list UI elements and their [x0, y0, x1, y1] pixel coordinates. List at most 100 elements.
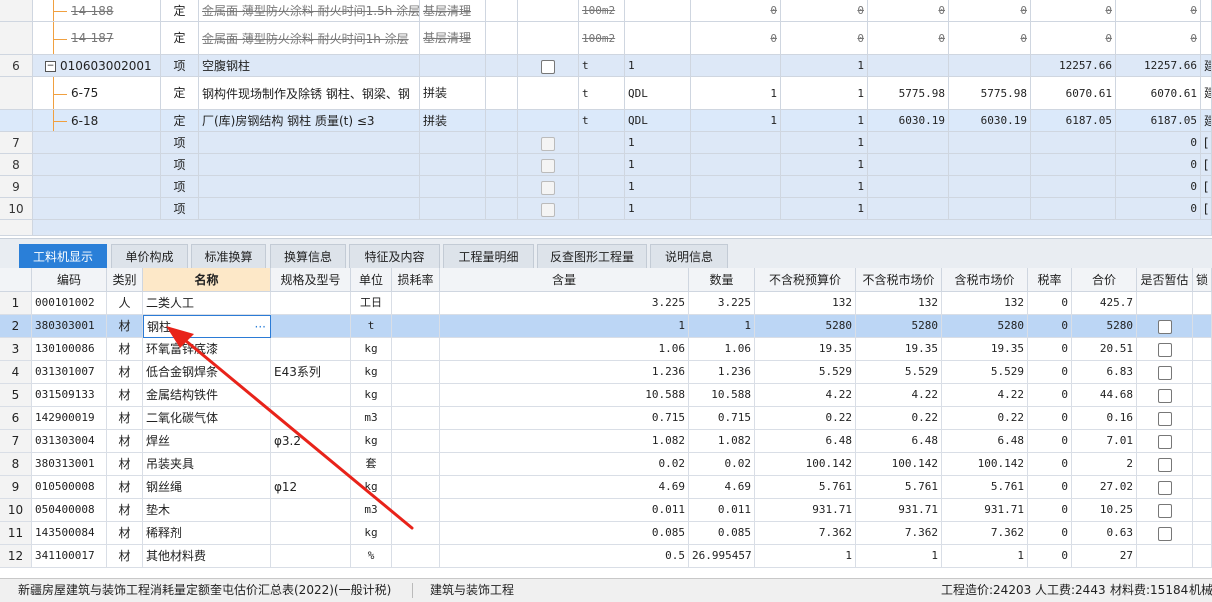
column-header[interactable]: 名称 — [143, 268, 271, 292]
item-qdl-cell[interactable] — [625, 22, 691, 55]
resource-n-cell[interactable]: 6 — [0, 407, 32, 430]
item-code-cell[interactable]: 14-188 — [33, 0, 161, 22]
column-header[interactable]: 类别 — [107, 268, 143, 292]
resource-loss-cell[interactable] — [392, 361, 440, 384]
resource-unit-cell[interactable]: m3 — [351, 407, 392, 430]
resource-p2-cell[interactable]: 6.48 — [856, 430, 942, 453]
resource-total-cell[interactable]: 425.7 — [1072, 292, 1137, 315]
resource-qty-cell[interactable]: 1 — [689, 315, 755, 338]
resource-code-cell[interactable]: 380303001 — [32, 315, 107, 338]
resource-p2-cell[interactable]: 5.761 — [856, 476, 942, 499]
item-flag-cell[interactable] — [518, 110, 579, 132]
resource-unit-cell[interactable]: 套 — [351, 453, 392, 476]
provisional-checkbox[interactable] — [1157, 503, 1172, 518]
resource-content-cell[interactable]: 0.715 — [440, 407, 689, 430]
resource-qty-cell[interactable]: 0.011 — [689, 499, 755, 522]
provisional-checkbox[interactable] — [1157, 319, 1172, 334]
item-checkbox[interactable] — [541, 136, 555, 151]
item-row[interactable]: 6-18 定 厂(库)房钢结构 钢柱 质量(t) ≤3 拼装 t QDL 1 1 6030.19… — [0, 110, 1212, 132]
item-code-cell[interactable] — [33, 154, 161, 176]
resource-p2-cell[interactable]: 1 — [856, 545, 942, 568]
item-type-cell[interactable]: 定 — [161, 110, 199, 132]
item-p1-cell[interactable]: 5775.98 — [868, 77, 949, 110]
resource-p1-cell[interactable]: 5280 — [755, 315, 856, 338]
resource-tax-cell[interactable]: 0 — [1028, 384, 1072, 407]
item-qty-cell[interactable] — [691, 132, 781, 154]
item-qdl-cell[interactable]: 1 — [625, 198, 691, 220]
item-q2-cell[interactable]: 1 — [781, 132, 868, 154]
item-checkbox[interactable] — [541, 59, 555, 74]
resource-content-cell[interactable]: 1.082 — [440, 430, 689, 453]
tab-1[interactable]: 工料机显示 — [19, 244, 107, 268]
item-qdl-cell[interactable] — [625, 0, 691, 22]
resource-cat-cell[interactable]: 材 — [107, 545, 143, 568]
item-p2-cell[interactable]: 0 — [949, 0, 1031, 22]
item-qty-cell[interactable] — [691, 198, 781, 220]
item-p1-cell[interactable] — [868, 55, 949, 77]
resource-p2-cell[interactable]: 100.142 — [856, 453, 942, 476]
resource-name-cell[interactable]: 其他材料费 — [143, 545, 271, 568]
resource-n-cell[interactable]: 2 — [0, 315, 32, 338]
item-spec-cell[interactable] — [420, 154, 486, 176]
resource-cb-cell[interactable] — [1137, 292, 1193, 315]
resource-p3-cell[interactable]: 0.22 — [942, 407, 1028, 430]
resource-n-cell[interactable]: 12 — [0, 545, 32, 568]
column-header[interactable]: 税率 — [1028, 268, 1072, 292]
item-code-cell[interactable] — [33, 132, 161, 154]
resource-content-cell[interactable]: 0.011 — [440, 499, 689, 522]
item-qdl-cell[interactable]: 1 — [625, 132, 691, 154]
item-name-cell[interactable]: 空腹钢柱 — [199, 55, 420, 77]
resource-n-cell[interactable]: 9 — [0, 476, 32, 499]
resource-cb-cell[interactable] — [1137, 384, 1193, 407]
resource-cb-cell[interactable] — [1137, 545, 1193, 568]
item-p4-cell[interactable]: 12257.66 — [1116, 55, 1201, 77]
resource-n-cell[interactable]: 3 — [0, 338, 32, 361]
resource-cat-cell[interactable]: 材 — [107, 499, 143, 522]
provisional-checkbox[interactable] — [1157, 411, 1172, 426]
item-type-cell[interactable]: 定 — [161, 77, 199, 110]
item-p4-cell[interactable]: 0 — [1116, 22, 1201, 55]
item-spec-cell[interactable] — [420, 176, 486, 198]
resource-p2-cell[interactable]: 5280 — [856, 315, 942, 338]
item-row[interactable]: 9 项 1 1 0 [ — [0, 176, 1212, 198]
resource-code-cell[interactable]: 031301007 — [32, 361, 107, 384]
item-qty-cell[interactable]: 1 — [691, 77, 781, 110]
item-spec-cell[interactable] — [420, 132, 486, 154]
resource-p1-cell[interactable]: 0.22 — [755, 407, 856, 430]
resource-qty-cell[interactable]: 1.06 — [689, 338, 755, 361]
tab-6[interactable]: 工程量明细 — [443, 244, 534, 268]
resource-name-cell[interactable]: 稀释剂 — [143, 522, 271, 545]
resource-name-cell[interactable]: 钢丝绳 — [143, 476, 271, 499]
resource-loss-cell[interactable] — [392, 407, 440, 430]
item-p1-cell[interactable]: 0 — [868, 22, 949, 55]
item-q2-cell[interactable]: 0 — [781, 22, 868, 55]
resource-cb-cell[interactable] — [1137, 407, 1193, 430]
column-header[interactable]: 编码 — [32, 268, 107, 292]
item-checkbox[interactable] — [541, 180, 555, 195]
resource-row[interactable]: 7 031303004 材 焊丝 φ3.2 kg 1.082 1.082 6.48 6.48 6.4… — [0, 430, 1212, 453]
item-p3-cell[interactable]: 0 — [1031, 0, 1116, 22]
resource-cat-cell[interactable]: 材 — [107, 476, 143, 499]
item-flag-cell[interactable] — [518, 55, 579, 77]
item-extra-cell[interactable]: 建 — [1201, 110, 1212, 132]
resource-unit-cell[interactable]: kg — [351, 430, 392, 453]
item-num-cell[interactable] — [0, 22, 33, 55]
resource-total-cell[interactable]: 0.16 — [1072, 407, 1137, 430]
item-p2-cell[interactable]: 6030.19 — [949, 110, 1031, 132]
resource-unit-cell[interactable]: kg — [351, 476, 392, 499]
item-extra-cell[interactable]: [ — [1201, 198, 1212, 220]
item-p3-cell[interactable] — [1031, 198, 1116, 220]
item-qty-cell[interactable] — [691, 55, 781, 77]
item-spec-cell[interactable]: 基层清理 — [420, 0, 486, 22]
item-name-cell[interactable]: 金属面 薄型防火涂料 耐火时间1.5h 涂层厚度7mm — [199, 0, 420, 22]
item-qty-cell[interactable]: 1 — [691, 110, 781, 132]
item-qty-cell[interactable] — [691, 176, 781, 198]
resource-loss-cell[interactable] — [392, 338, 440, 361]
resource-cb-cell[interactable] — [1137, 499, 1193, 522]
item-p2-cell[interactable]: 0 — [949, 22, 1031, 55]
item-q2-cell[interactable]: 1 — [781, 198, 868, 220]
resource-total-cell[interactable]: 0.63 — [1072, 522, 1137, 545]
item-flag-cell[interactable] — [518, 132, 579, 154]
resource-n-cell[interactable]: 1 — [0, 292, 32, 315]
item-extra-cell[interactable] — [1201, 22, 1212, 55]
